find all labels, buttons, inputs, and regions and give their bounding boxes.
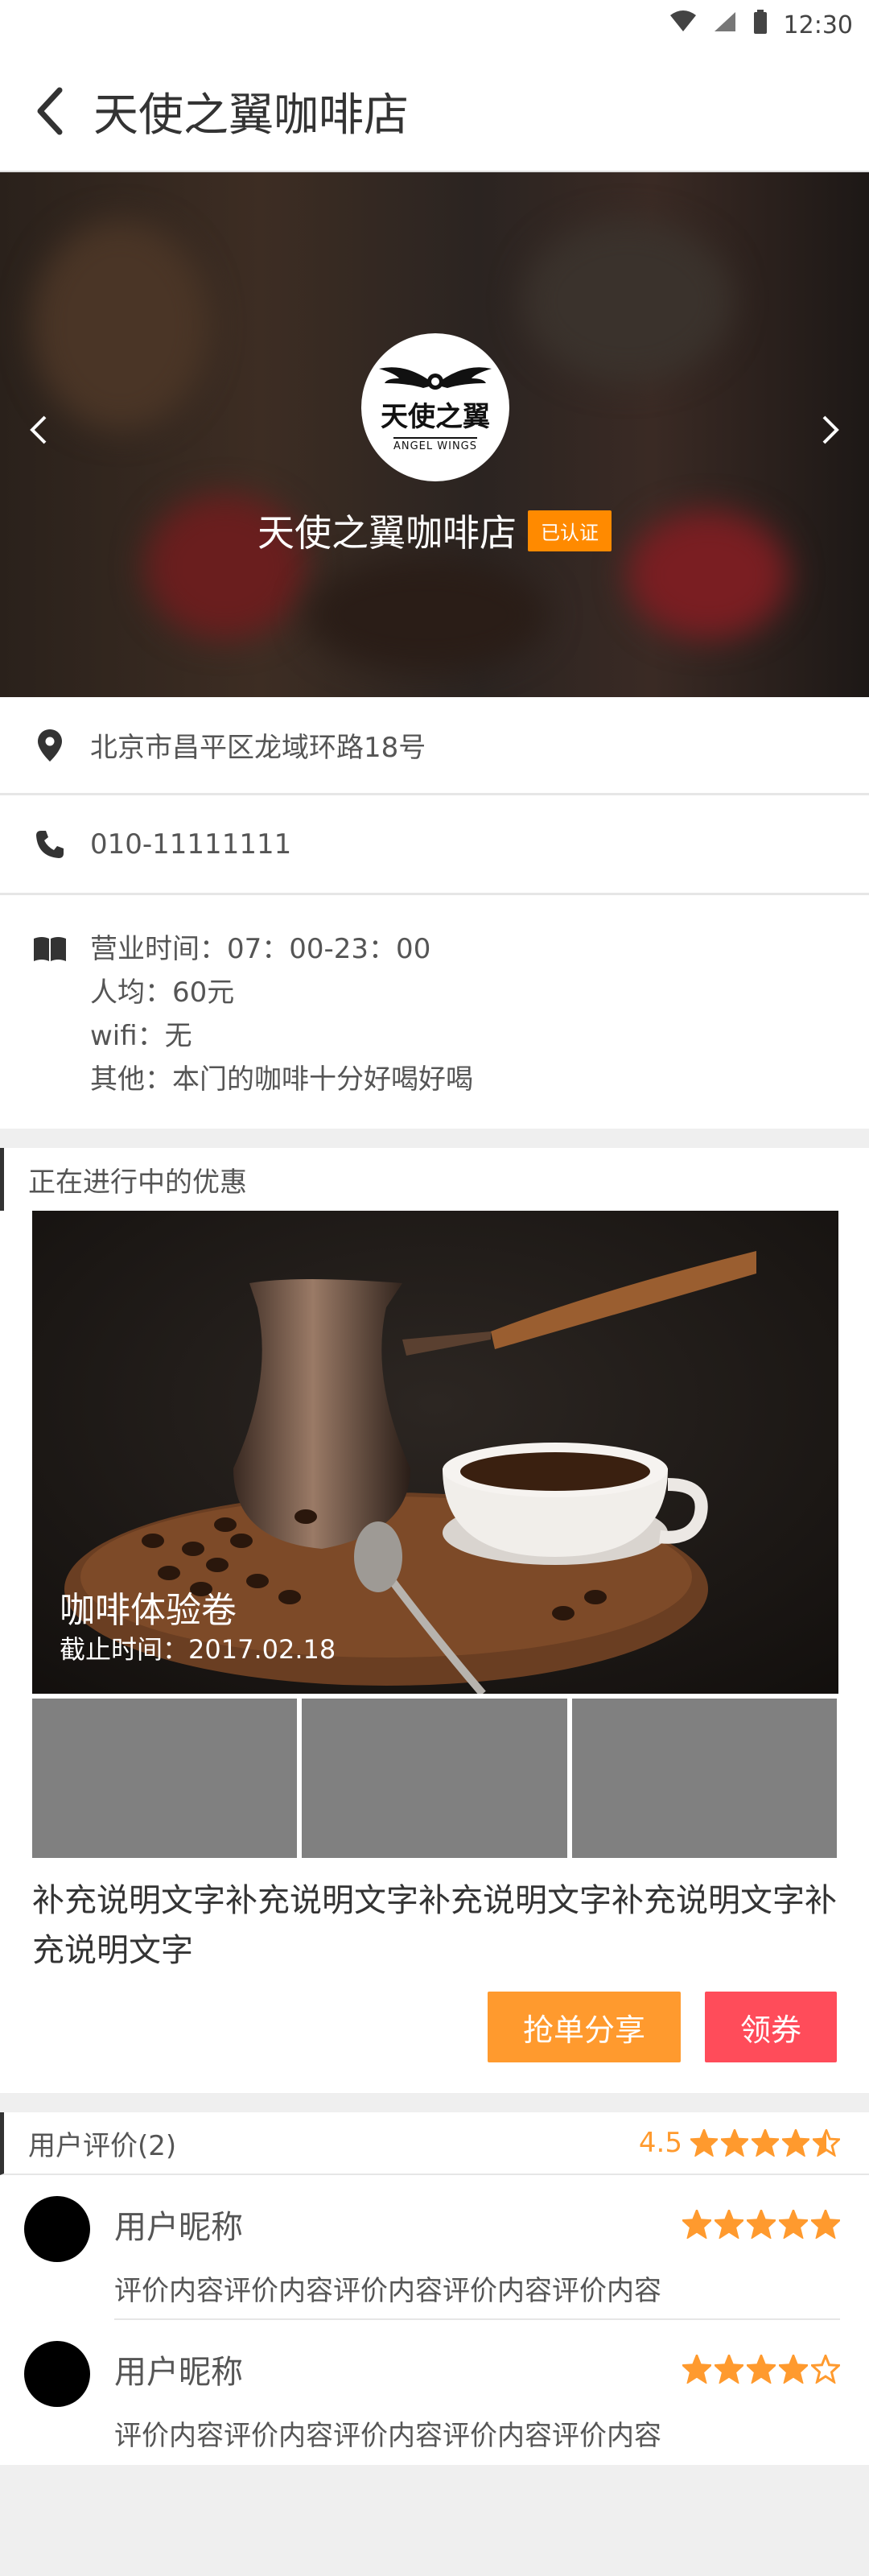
address-row[interactable]: 北京市昌平区龙域环路18号 <box>0 697 869 795</box>
get-coupon-button[interactable]: 领券 <box>705 1992 837 2062</box>
wifi-icon <box>669 10 697 39</box>
star-icon <box>747 2355 776 2384</box>
bottom-spacer <box>0 2465 869 2537</box>
share-button[interactable]: 抢单分享 <box>488 1992 681 2062</box>
section-title: 正在进行中的优惠 <box>28 1166 247 1199</box>
star-icon <box>811 2210 840 2239</box>
star-icon <box>715 2210 743 2239</box>
star-icon <box>811 2355 840 2384</box>
shop-logo: 天使之翼 ANGEL WINGS <box>361 333 509 481</box>
star-icon <box>782 2129 809 2157</box>
overall-rating: 4.5 <box>639 2127 840 2159</box>
review-item: 用户昵称 评价内容评价内容评价内容评价内容评价内容 <box>0 2320 869 2465</box>
back-button[interactable] <box>24 85 76 137</box>
page-title: 天使之翼咖啡店 <box>93 89 409 142</box>
chevron-left-icon <box>30 415 47 444</box>
thumbnail-image[interactable] <box>302 1699 567 1858</box>
promo-cover-image[interactable]: 咖啡体验卷 截止时间：2017.02.18 <box>32 1211 838 1694</box>
book-icon <box>32 931 68 967</box>
promo-description: 补充说明文字补充说明文字补充说明文字补充说明文字补充说明文字 <box>32 1882 837 1969</box>
star-icon <box>682 2355 711 2384</box>
business-hours: 营业时间：07：00-23：00 <box>90 933 431 965</box>
section-title: 用户评价(2) <box>28 2129 177 2162</box>
other-info: 其他：本门的咖啡十分好喝好喝 <box>90 1063 473 1096</box>
star-icon <box>779 2355 808 2384</box>
promo-thumbnails <box>32 1699 837 1858</box>
star-icon <box>813 2129 840 2157</box>
average-price: 人均：60元 <box>90 976 235 1009</box>
battery-icon <box>753 10 768 40</box>
star-icon <box>721 2129 748 2157</box>
section-header: 正在进行中的优惠 <box>0 1148 869 1211</box>
chevron-left-icon <box>37 87 63 135</box>
banner-next-button[interactable] <box>806 406 855 454</box>
shop-name-row: 天使之翼咖啡店 已认证 <box>0 504 869 557</box>
star-icon <box>682 2210 711 2239</box>
details-row: 营业时间：07：00-23：00 人均：60元 wifi：无 其他：本门的咖啡十… <box>0 895 869 1129</box>
status-bar: 12:30 <box>0 0 869 52</box>
promo-title: 咖啡体验卷 <box>60 1590 237 1631</box>
location-pin-icon <box>32 728 68 763</box>
star-icon <box>779 2210 808 2239</box>
promotion-section: 正在进行中的优惠 咖啡体验卷 截止时间：2017.02.18 补充说明文字补充说… <box>0 1148 869 2093</box>
chevron-right-icon <box>822 415 839 444</box>
thumbnail-image[interactable] <box>571 1699 837 1858</box>
phone-row[interactable]: 010-11111111 <box>0 795 869 895</box>
star-icon <box>715 2355 743 2384</box>
phone-icon <box>32 827 68 862</box>
review-nickname: 用户昵称 <box>114 2209 243 2246</box>
shop-banner[interactable]: 天使之翼 ANGEL WINGS 天使之翼咖啡店 已认证 <box>0 172 869 697</box>
phone-text: 010-11111111 <box>90 828 292 861</box>
shop-name: 天使之翼咖啡店 <box>257 511 517 555</box>
wifi-info: wifi：无 <box>90 1020 192 1052</box>
avatar[interactable] <box>24 2196 90 2262</box>
review-content: 评价内容评价内容评价内容评价内容评价内容 <box>114 2275 661 2307</box>
star-icon <box>747 2210 776 2239</box>
review-stars <box>682 2210 840 2239</box>
thumbnail-image[interactable] <box>32 1699 298 1858</box>
banner-prev-button[interactable] <box>14 406 63 454</box>
section-header[interactable]: 用户评价(2) 4.5 <box>0 2112 869 2175</box>
app-bar: 天使之翼咖啡店 <box>0 52 869 172</box>
review-item: 用户昵称 评价内容评价内容评价内容评价内容评价内容 <box>0 2175 869 2320</box>
rating-stars <box>690 2129 840 2157</box>
review-nickname: 用户昵称 <box>114 2354 243 2391</box>
avatar[interactable] <box>24 2341 90 2407</box>
star-icon <box>690 2129 718 2157</box>
reviews-section: 用户评价(2) 4.5 用户昵称 评价内容评价内容评价内容评价内容评价内容 用户… <box>0 2112 869 2465</box>
star-icon <box>752 2129 779 2157</box>
logo-subtext: ANGEL WINGS <box>393 437 478 452</box>
wings-icon <box>379 367 492 390</box>
review-stars <box>682 2355 840 2384</box>
verified-badge: 已认证 <box>528 510 612 551</box>
status-time: 12:30 <box>783 10 853 39</box>
logo-text: 天使之翼 <box>381 401 490 433</box>
review-content: 评价内容评价内容评价内容评价内容评价内容 <box>114 2420 661 2452</box>
rating-score: 4.5 <box>638 2127 682 2159</box>
promo-deadline: 截止时间：2017.02.18 <box>60 1634 336 1665</box>
signal-icon <box>713 10 737 39</box>
address-text: 北京市昌平区龙域环路18号 <box>90 732 426 764</box>
